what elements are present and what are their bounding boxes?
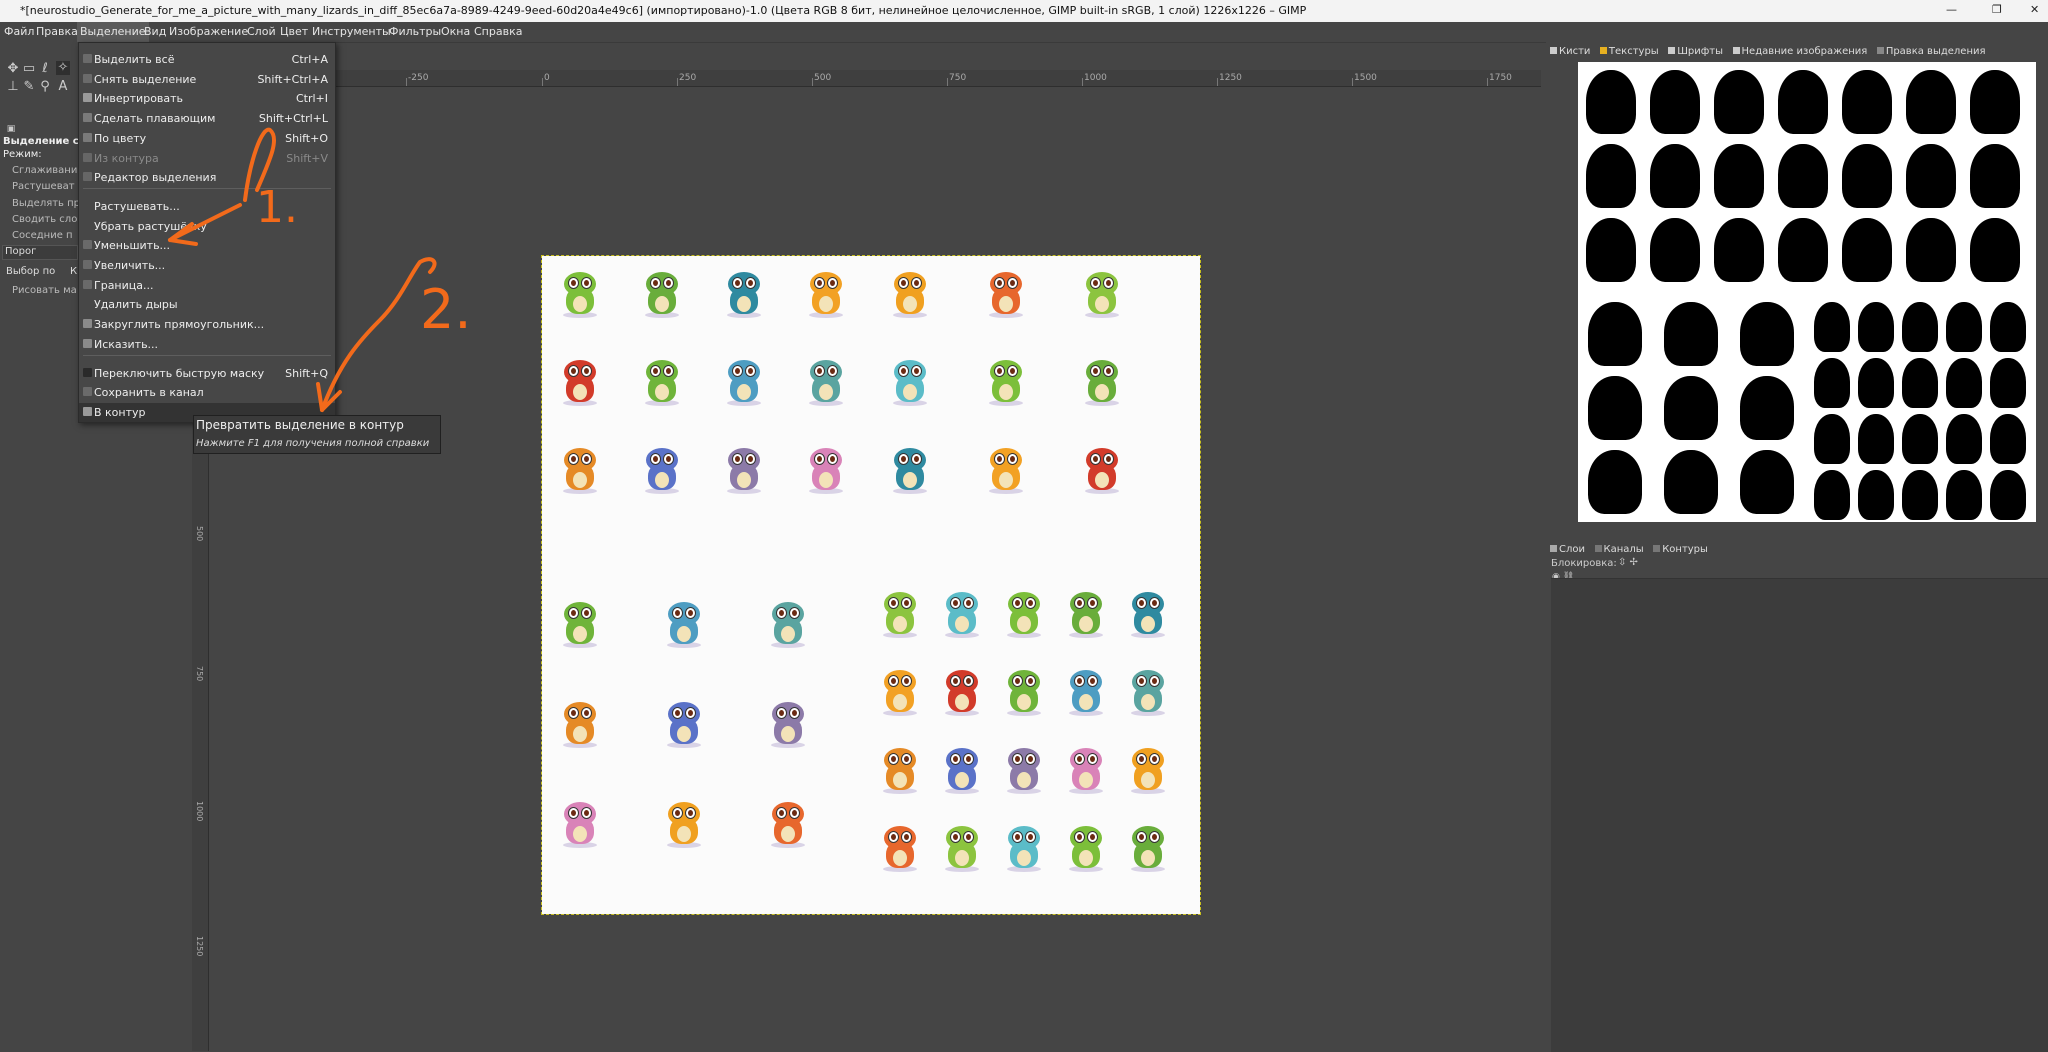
arrow-2	[320, 257, 437, 412]
annotation-step1: 1.	[256, 182, 298, 233]
annotation-overlay: 1. 2.	[168, 127, 472, 412]
annotation-step2: 2.	[420, 278, 472, 341]
